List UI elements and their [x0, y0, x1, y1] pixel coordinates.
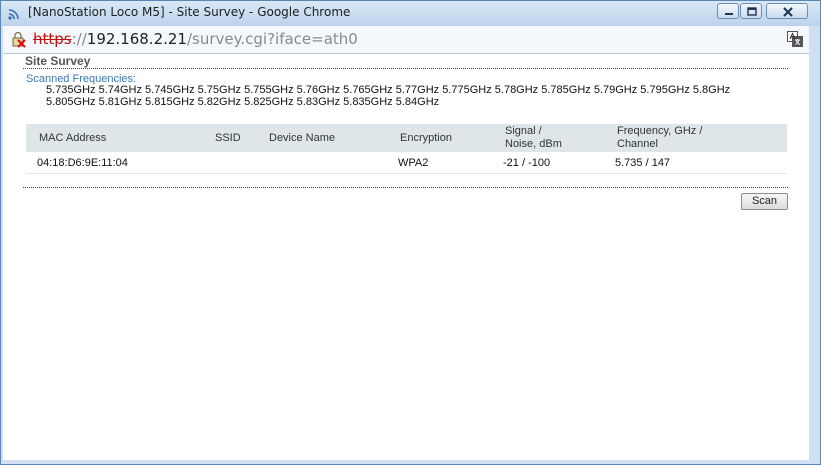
scan-button[interactable]: Scan	[741, 193, 788, 210]
header-frequency[interactable]: Frequency, GHz / Channel	[617, 125, 702, 151]
maximize-button[interactable]	[740, 3, 762, 19]
cell-frequency: 5.735 / 147	[615, 157, 671, 169]
cell-signal: -21 / -100	[503, 157, 551, 169]
header-mac[interactable]: MAC Address	[39, 132, 106, 145]
title-divider	[23, 68, 788, 69]
header-encryption[interactable]: Encryption	[400, 132, 452, 145]
header-signal[interactable]: Signal / Noise, dBm	[505, 125, 562, 151]
header-signal-line2: Noise, dBm	[505, 138, 562, 150]
page-content: Site Survey Scanned Frequencies: 5.735GH…	[3, 54, 809, 460]
url-path: /survey.cgi?iface=ath0	[186, 30, 358, 48]
table-row[interactable]: 04:18:D6:9E:11:04 WPA2 -21 / -100 5.735 …	[26, 152, 787, 174]
title-bar[interactable]: [NanoStation Loco M5] - Site Survey - Go…	[1, 1, 820, 26]
header-signal-line1: Signal /	[505, 125, 542, 137]
url-scheme: https	[33, 30, 72, 48]
address-bar[interactable]: https://192.168.2.21/survey.cgi?iface=at…	[3, 26, 809, 54]
url-host: 192.168.2.21	[86, 30, 187, 48]
survey-table: MAC Address SSID Device Name Encryption …	[26, 124, 787, 174]
cell-mac: 04:18:D6:9E:11:04	[37, 157, 128, 169]
header-ssid[interactable]: SSID	[215, 132, 241, 145]
page-title: Site Survey	[25, 54, 91, 68]
window-title: [NanoStation Loco M5] - Site Survey - Go…	[28, 5, 351, 19]
translate-icon[interactable]	[787, 31, 803, 47]
url-text[interactable]: https://192.168.2.21/survey.cgi?iface=at…	[33, 30, 358, 48]
close-icon	[783, 7, 793, 17]
table-divider	[23, 187, 788, 188]
cell-encryption: WPA2	[398, 157, 429, 169]
maximize-icon	[747, 7, 757, 16]
browser-window: [NanoStation Loco M5] - Site Survey - Go…	[0, 0, 821, 465]
header-device-name[interactable]: Device Name	[269, 132, 335, 145]
header-frequency-line2: Channel	[617, 138, 658, 150]
table-header: MAC Address SSID Device Name Encryption …	[26, 124, 787, 152]
url-separator: ://	[71, 30, 87, 48]
header-frequency-line1: Frequency, GHz /	[617, 125, 703, 137]
broken-lock-icon[interactable]	[11, 31, 29, 48]
close-button[interactable]	[766, 3, 808, 19]
minimize-button[interactable]	[717, 3, 739, 19]
scanned-frequencies-list: 5.735GHz 5.74GHz 5.745GHz 5.75GHz 5.755G…	[46, 84, 731, 108]
minimize-icon	[725, 13, 733, 15]
wifi-signal-icon	[7, 6, 21, 20]
